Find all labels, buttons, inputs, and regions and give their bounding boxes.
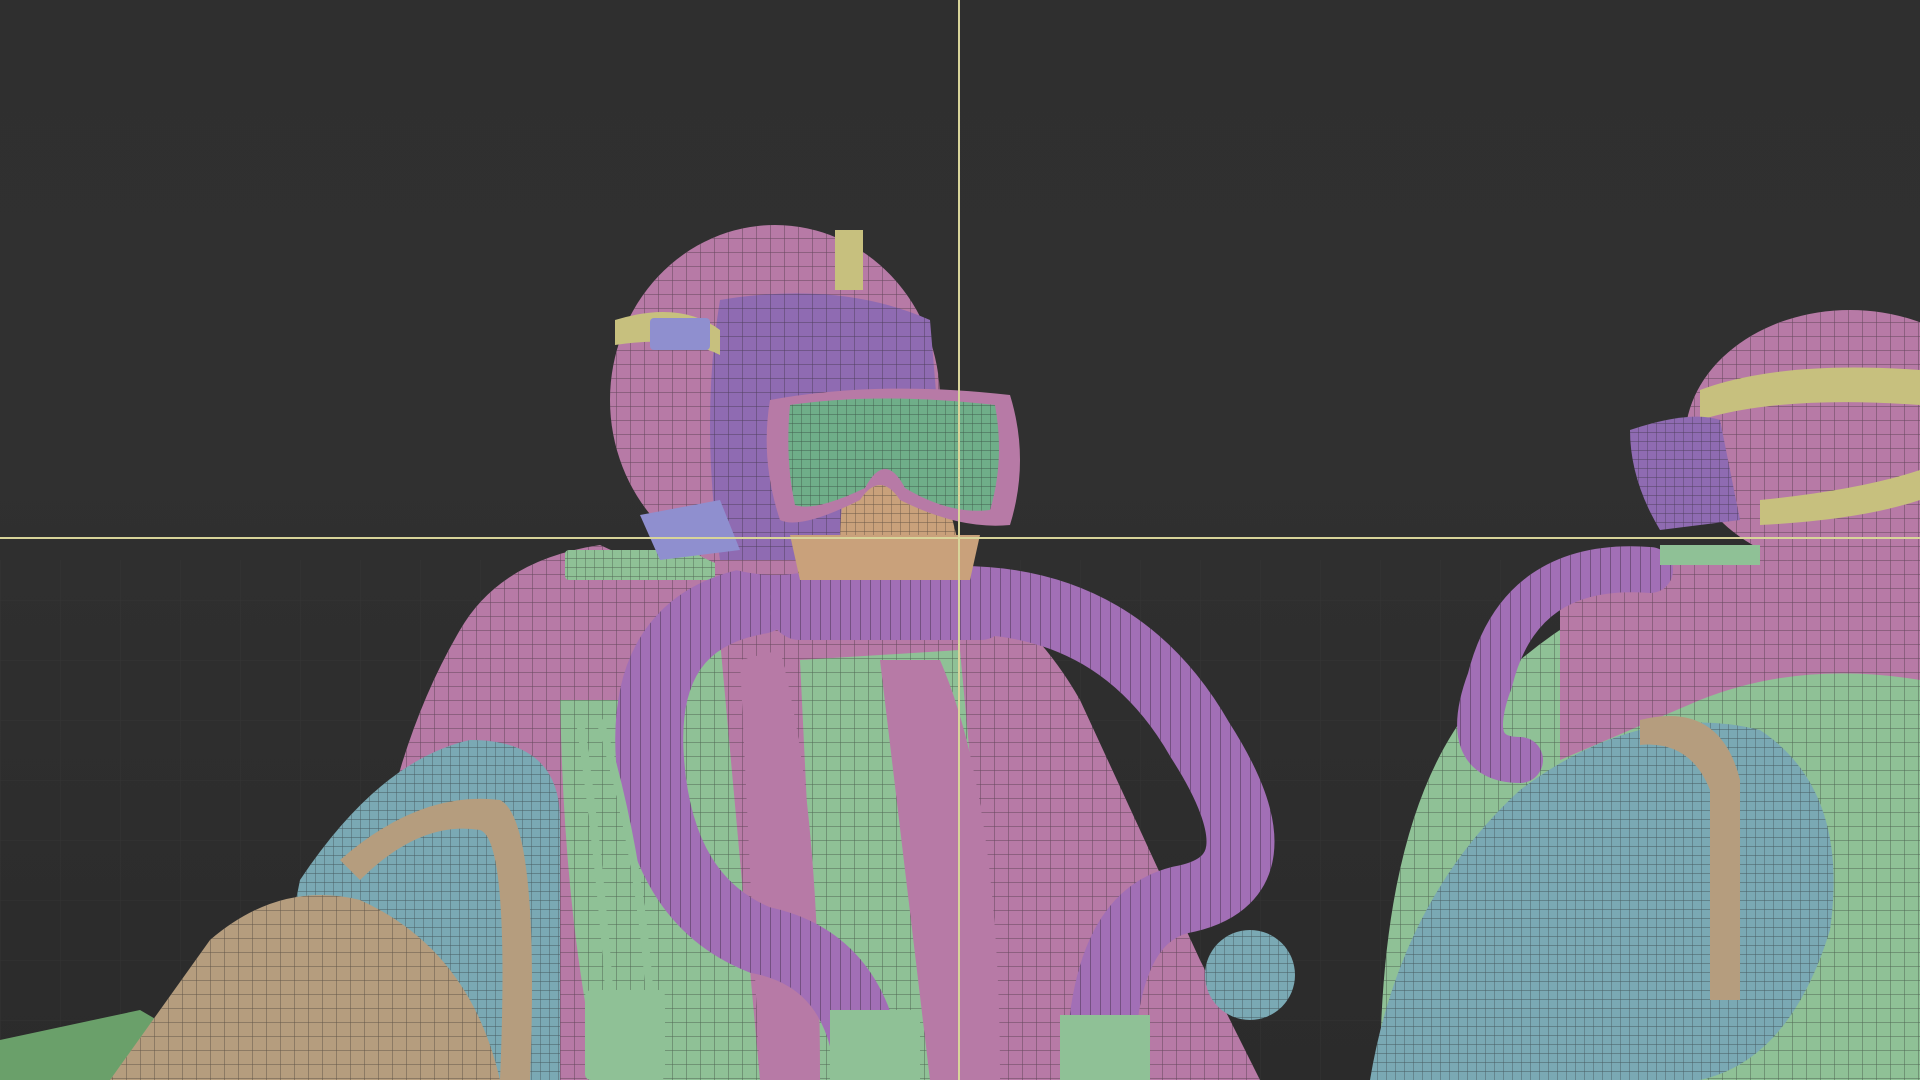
scene-canvas[interactable] (0, 0, 1920, 1080)
3d-viewport[interactable] (0, 0, 1920, 1080)
